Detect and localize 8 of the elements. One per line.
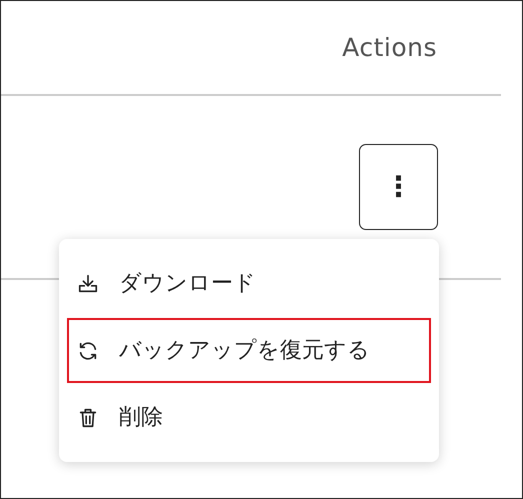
- refresh-icon: [77, 340, 99, 362]
- column-header: Actions: [342, 32, 437, 64]
- menu-item[interactable]: 削除: [67, 385, 431, 450]
- more-actions-button[interactable]: ⋮: [359, 144, 438, 230]
- menu-item[interactable]: バックアップを復元する: [67, 318, 431, 383]
- download-icon: [77, 272, 99, 294]
- trash-icon: [77, 406, 99, 428]
- menu-item[interactable]: ダウンロード: [67, 251, 431, 316]
